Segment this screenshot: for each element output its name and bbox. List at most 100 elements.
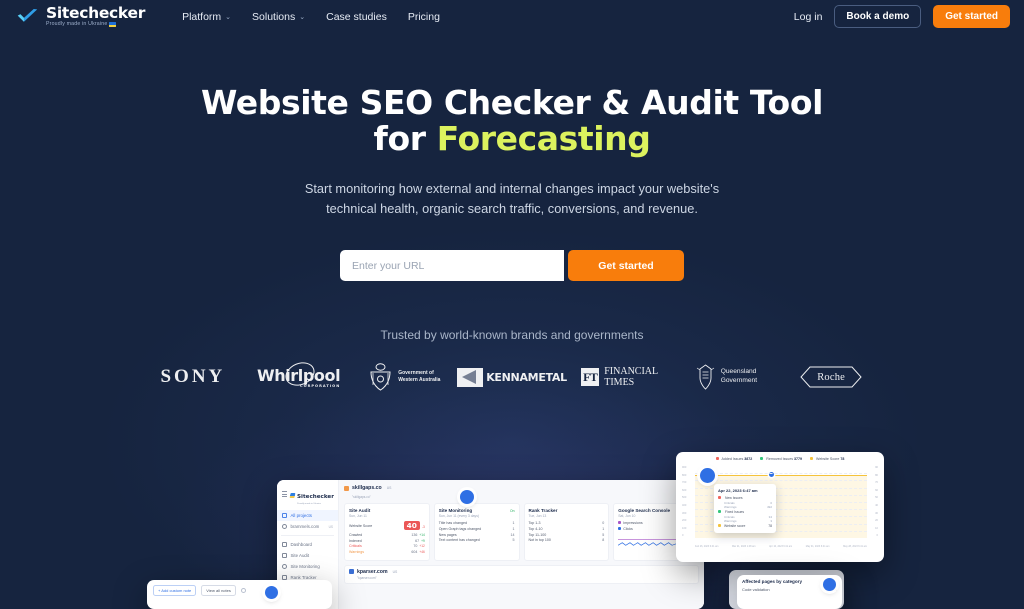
row-label: Top 11-100	[528, 532, 547, 537]
sidebar-item-site-audit[interactable]: Site Audit	[277, 550, 338, 561]
globe-icon	[282, 524, 287, 529]
tooltip-row: Warnings 3	[718, 519, 772, 523]
view-all-notes-button[interactable]: View all notes	[201, 585, 236, 596]
menu-icon[interactable]	[282, 491, 288, 499]
card-site-monitoring[interactable]: Site Monitoring On Sun, Jun 11 (every 3 …	[433, 503, 520, 561]
get-started-button[interactable]: Get started	[933, 5, 1010, 28]
notes-panel[interactable]: + Add custom note View all notes	[147, 580, 332, 609]
table-row: Code validation 60%	[742, 587, 837, 592]
table-row: New pages 14	[439, 533, 515, 537]
tooltip-group-new-issues: New Issues	[718, 496, 772, 500]
row-label: Indexed	[349, 538, 362, 543]
table-row: Top 11-100 5	[529, 533, 605, 537]
sidebar-item-label: brammels.com	[290, 524, 320, 529]
table-row: Title has changed 1	[439, 521, 515, 525]
book-demo-button[interactable]: Book a demo	[834, 5, 922, 28]
chart-x-tick: Mar 21, 2023 1:48 am	[732, 545, 756, 548]
tooltip-row-value: 492	[766, 505, 772, 510]
hero-get-started-button[interactable]: Get started	[568, 250, 684, 282]
notes-toolbar: + Add custom note View all notes	[153, 585, 326, 596]
table-row: Indexed 67 +9	[349, 539, 425, 543]
cursor-pointer	[460, 490, 474, 504]
tooltip-group-label: New Issues	[725, 495, 743, 500]
project-cards: Site Audit Sun, Jun 11 Website Score 40-…	[344, 503, 699, 561]
row-label: Top 1-3	[528, 521, 541, 525]
hero-title-accent: Forecasting	[436, 119, 651, 159]
row-label: Top 4-10	[528, 526, 543, 531]
login-link[interactable]: Log in	[794, 11, 823, 23]
nav-item-solutions[interactable]: Solutions ⌄	[252, 11, 305, 23]
dashboard-collage: Sitechecker Proudly made in Ukraine All …	[0, 440, 1024, 609]
dashboard-logo[interactable]: Sitechecker Proudly made in Ukraine	[277, 485, 338, 510]
row-label: Impressions	[623, 521, 643, 525]
header-actions: Log in Book a demo Get started	[794, 5, 1010, 28]
legend-value: 3779	[794, 457, 803, 461]
affected-pages-panel[interactable]: Affected pages by category Code validati…	[737, 575, 842, 609]
nav-item-pricing[interactable]: Pricing	[408, 11, 440, 23]
chart-x-tick: Apr 10, 2023 6:41 am	[769, 545, 793, 548]
tooltip-row-label: Criticals	[724, 514, 735, 519]
status-badge: On	[509, 508, 515, 513]
chart-x-tick: Feb 26, 2023 6:41 am	[695, 545, 719, 548]
row-label: Text content has changed	[438, 538, 480, 543]
grid-icon	[282, 542, 287, 547]
dashboard-logo-name: Sitechecker	[297, 494, 334, 500]
card-site-audit[interactable]: Site Audit Sun, Jun 11 Website Score 40-…	[344, 503, 430, 561]
row-delta: +14	[419, 532, 425, 537]
nav-item-platform[interactable]: Platform ⌄	[182, 11, 231, 23]
row-value: 604	[411, 550, 418, 555]
legend-label: Website Score	[816, 457, 840, 461]
ft-logo-line1: FINANCIAL	[604, 366, 659, 378]
row-value: 5	[602, 532, 605, 537]
hero-section: Website SEO Checker & Audit Tool for For…	[0, 33, 1024, 394]
chart-gridline	[695, 473, 867, 475]
sidebar-item-site-monitoring[interactable]: Site Monitoring	[277, 561, 338, 572]
project-header-skillgaps[interactable]: skillgaps.co US	[344, 485, 699, 491]
row-delta: -3	[421, 525, 425, 529]
project-url: "skillgaps.co"	[352, 495, 371, 499]
card-rank-tracker[interactable]: Rank Tracker Tue, Jun 13 Top 1-3 0 Top 4…	[523, 503, 610, 561]
sidebar-item-dashboard[interactable]: Dashboard	[277, 539, 338, 550]
info-icon[interactable]	[240, 588, 246, 593]
sidebar-item-label: Site Audit	[290, 553, 310, 558]
project-url: "kparser.com"	[357, 575, 377, 580]
project-header-kparser[interactable]: kparser.com US "kparser.com"	[344, 564, 699, 584]
tooltip-group-value: 78	[768, 523, 772, 528]
sidebar-item-all-projects[interactable]: All projects	[277, 510, 338, 521]
row-value: 1	[512, 521, 515, 525]
roche-logo-text: Roche	[817, 371, 846, 383]
hero-subtitle: Start monitoring how external and intern…	[0, 179, 1024, 220]
add-custom-note-button[interactable]: + Add custom note	[153, 585, 197, 596]
legend-value: 3872	[744, 457, 753, 461]
row-value: 70	[413, 544, 418, 549]
home-icon	[282, 513, 287, 518]
sidebar-item-brammels[interactable]: brammels.com US	[277, 521, 338, 532]
status-badge: 40	[403, 521, 420, 530]
row-value: 5	[512, 538, 515, 543]
row-value: 8	[602, 538, 605, 543]
project-locale: US	[392, 569, 398, 574]
sidebar-divider	[281, 535, 334, 536]
legend-item-added-issues[interactable]: Added Issues 3872	[715, 457, 753, 461]
hero-title-line2-prefix: for	[373, 119, 437, 159]
table-row: Top 4-10 1	[529, 527, 605, 531]
project-name: skillgaps.co	[352, 485, 382, 491]
card-title: Site Audit	[349, 508, 371, 513]
issues-chart-panel[interactable]: Added Issues 3872 Removed Issues 3779 We…	[676, 452, 884, 562]
legend-item-website-score[interactable]: Website Score 78	[810, 457, 844, 461]
table-row: Top 1-3 0	[529, 521, 605, 525]
queensland-logo-line2: Government	[720, 377, 758, 385]
favicon-icon	[349, 569, 354, 575]
logo[interactable]: Sitechecker Proudly made in Ukraine	[16, 3, 146, 28]
tooltip-row: Criticals 0	[718, 501, 772, 505]
legend-item-removed-issues[interactable]: Removed Issues 3779	[760, 457, 802, 461]
trusted-heading: Trusted by world-known brands and govern…	[380, 328, 644, 343]
tooltip-row-label: Warnings	[724, 519, 737, 524]
nav-label: Case studies	[326, 10, 387, 23]
row-value: 0	[602, 521, 605, 525]
dashboard-panel[interactable]: Sitechecker Proudly made in Ukraine All …	[277, 480, 704, 609]
nav-item-case-studies[interactable]: Case studies	[326, 11, 387, 23]
logo-tagline-text: Proudly made in Ukraine	[46, 21, 108, 28]
logo-name: Sitechecker	[46, 3, 146, 22]
url-input[interactable]	[340, 250, 564, 282]
